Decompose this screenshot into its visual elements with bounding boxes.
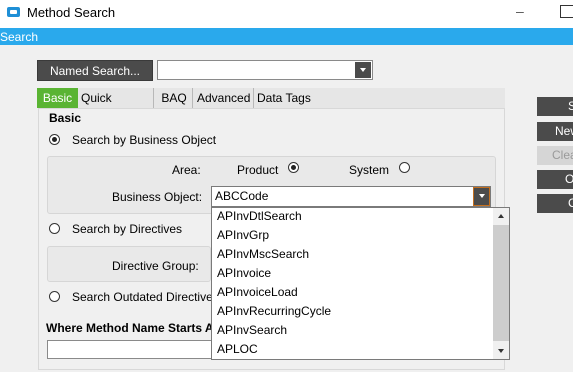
chevron-down-icon[interactable] bbox=[355, 62, 371, 78]
ok-button[interactable]: O bbox=[537, 170, 573, 189]
new-button[interactable]: New bbox=[537, 122, 573, 141]
app-icon bbox=[7, 7, 20, 17]
tab-baq[interactable]: BAQ bbox=[156, 88, 193, 108]
scroll-down-icon[interactable] bbox=[493, 343, 509, 359]
scroll-thumb[interactable] bbox=[493, 225, 509, 341]
area-label: Area: bbox=[172, 163, 201, 177]
window-title: Method Search bbox=[27, 5, 116, 20]
area-system-label[interactable]: System bbox=[349, 163, 389, 177]
dropdown-option[interactable]: APInvoice bbox=[217, 266, 271, 280]
maximize-button[interactable] bbox=[560, 5, 573, 18]
dropdown-option[interactable]: APInvGrp bbox=[217, 228, 269, 242]
tab-data-tags[interactable]: Data Tags bbox=[254, 88, 314, 108]
outdated-radio[interactable] bbox=[49, 291, 60, 302]
dropdown-option[interactable]: APInvSearch bbox=[217, 323, 287, 337]
search-button[interactable]: S bbox=[537, 97, 573, 116]
dropdown-option[interactable]: APInvDtlSearch bbox=[217, 209, 302, 223]
named-search-combo[interactable] bbox=[157, 60, 373, 80]
area-product-radio[interactable] bbox=[288, 162, 299, 173]
dropdown-option[interactable]: APInvoiceLoad bbox=[217, 285, 298, 299]
area-product-label[interactable]: Product bbox=[237, 163, 278, 177]
tab-quick-search[interactable]: Quick Search bbox=[78, 88, 154, 125]
chevron-down-icon[interactable] bbox=[473, 187, 490, 206]
business-object-radio-label[interactable]: Search by Business Object bbox=[72, 133, 216, 147]
directive-group-label: Directive Group: bbox=[112, 259, 199, 273]
minimize-button[interactable]: – bbox=[516, 4, 530, 18]
directives-radio[interactable] bbox=[49, 223, 60, 234]
tab-advanced[interactable]: Advanced bbox=[194, 88, 254, 108]
business-object-radio[interactable] bbox=[49, 134, 60, 145]
where-method-label: Where Method Name Starts A bbox=[46, 321, 212, 335]
dropdown-option[interactable]: APInvMscSearch bbox=[217, 247, 309, 261]
scroll-up-icon[interactable] bbox=[493, 208, 509, 224]
cancel-button[interactable]: C bbox=[537, 194, 573, 213]
outdated-radio-label[interactable]: Search Outdated Directive bbox=[72, 290, 212, 304]
menu-item-search[interactable]: Search bbox=[0, 30, 38, 44]
panel-heading: Basic bbox=[49, 111, 82, 125]
business-object-label: Business Object: bbox=[112, 190, 203, 204]
where-method-input[interactable] bbox=[47, 340, 213, 359]
directives-radio-label[interactable]: Search by Directives bbox=[72, 222, 182, 236]
business-object-value[interactable]: ABCCode bbox=[215, 189, 268, 203]
dropdown-option[interactable]: APLOC bbox=[217, 342, 258, 356]
named-search-button[interactable]: Named Search... bbox=[37, 60, 153, 81]
tab-basic[interactable]: Basic bbox=[37, 88, 78, 108]
clear-button: Clea bbox=[537, 146, 573, 165]
menu-bar bbox=[0, 28, 573, 45]
area-system-radio[interactable] bbox=[399, 162, 410, 173]
dropdown-option[interactable]: APInvRecurringCycle bbox=[217, 304, 331, 318]
